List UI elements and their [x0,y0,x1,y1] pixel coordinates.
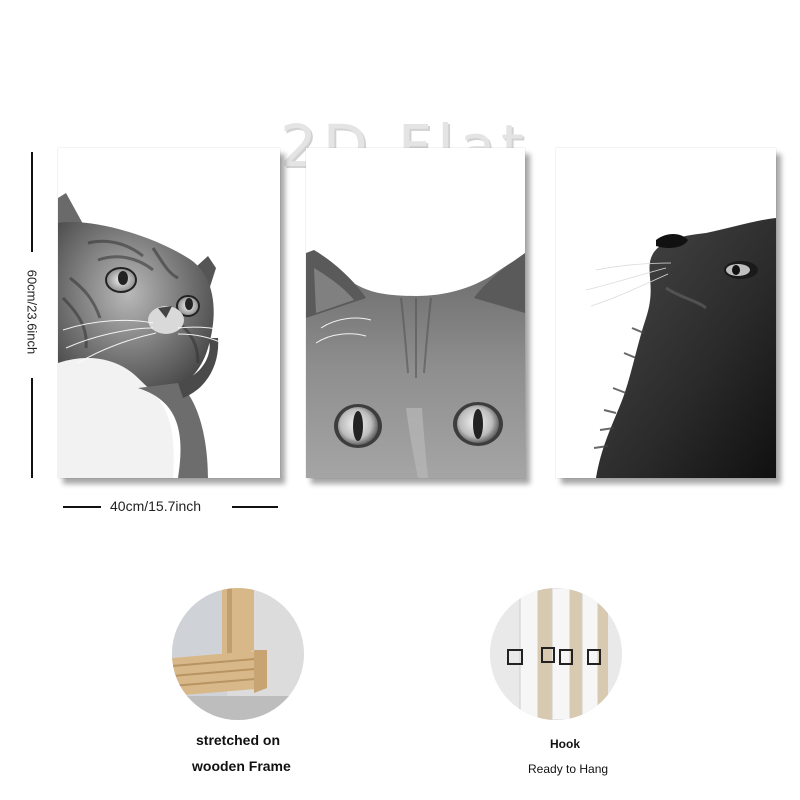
hook-photo [490,588,622,720]
width-dimension-line-right [232,506,278,508]
height-dimension-label: 60cm/23.6inch [24,269,40,355]
tabby-cat-image [58,193,224,478]
width-dimension-label: 40cm/15.7inch [110,498,202,514]
frame-caption-line1: stretched on [196,732,281,748]
height-dimension-line-top [31,152,33,252]
width-dimension-line-left [63,506,101,508]
hook-caption-line1: Hook [550,737,580,751]
canvas-panel-right [556,148,776,478]
peeking-cat-image [306,250,525,478]
height-dimension-line-bottom [31,378,33,478]
wooden-frame-photo [172,588,304,720]
dark-cat-image [585,218,776,478]
frame-caption-line2: wooden Frame [192,758,291,774]
canvas-panel-left [58,148,280,478]
canvas-panel-middle [306,148,525,478]
hook-caption-line2: Ready to Hang [528,762,609,776]
